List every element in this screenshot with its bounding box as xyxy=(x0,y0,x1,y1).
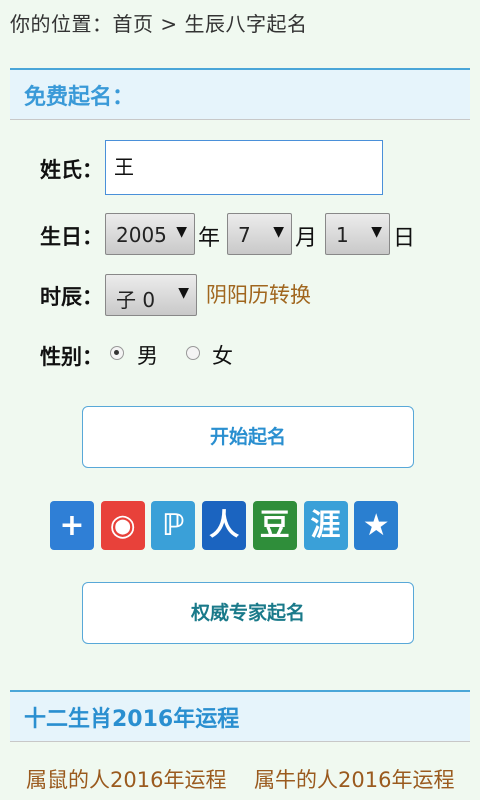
gender-male-label[interactable]: 男 xyxy=(137,340,158,370)
day-select[interactable]: 1 ▼ xyxy=(325,213,390,255)
year-unit: 年 xyxy=(198,226,221,251)
huaban-icon[interactable]: 涯 xyxy=(303,501,348,550)
zodiac-fortune-title: 十二生肖2016年运程 xyxy=(24,707,240,732)
hour-select[interactable]: 子 0 ▼ xyxy=(105,274,197,316)
gender-label: 性别： xyxy=(40,345,103,369)
hour-label: 时辰： xyxy=(40,285,103,309)
plus-icon[interactable]: + xyxy=(50,501,94,550)
chevron-down-icon: ▼ xyxy=(178,285,189,301)
birthday-label: 生日： xyxy=(40,225,103,249)
start-naming-button[interactable]: 开始起名 xyxy=(82,406,414,468)
surname-label: 姓氏： xyxy=(40,158,103,182)
free-naming-header: 免费起名： xyxy=(10,68,470,120)
free-naming-title: 免费起名： xyxy=(24,85,135,110)
weibo-icon[interactable]: ◉ xyxy=(100,501,145,550)
renren-icon[interactable]: 人 xyxy=(202,501,247,550)
month-select[interactable]: 7 ▼ xyxy=(227,213,292,255)
chevron-down-icon: ▼ xyxy=(273,224,284,240)
lunar-solar-convert-link[interactable]: 阴阳历转换 xyxy=(206,279,311,309)
gender-female-radio[interactable] xyxy=(186,346,200,360)
douban-icon[interactable]: 豆 xyxy=(252,501,297,550)
chevron-down-icon: ▼ xyxy=(371,224,382,240)
breadcrumb: 你的位置：首页 > 生辰八字起名 xyxy=(10,12,308,36)
zodiac-link-ox[interactable]: 属牛的人2016年运程 xyxy=(254,764,454,794)
gender-male-radio[interactable] xyxy=(110,346,124,360)
gender-female-label[interactable]: 女 xyxy=(212,340,233,370)
zodiac-fortune-header: 十二生肖2016年运程 xyxy=(10,690,470,742)
month-unit: 月 xyxy=(295,226,318,251)
year-select[interactable]: 2005 ▼ xyxy=(105,213,195,255)
expert-naming-button[interactable]: 权威专家起名 xyxy=(82,582,414,644)
qzone-icon[interactable]: ★ xyxy=(354,501,399,550)
day-unit: 日 xyxy=(393,226,416,251)
tencent-weibo-icon[interactable]: ℙ xyxy=(151,501,196,550)
zodiac-link-rat[interactable]: 属鼠的人2016年运程 xyxy=(26,764,226,794)
chevron-down-icon: ▼ xyxy=(176,224,187,240)
surname-input[interactable]: 王 xyxy=(105,140,383,195)
